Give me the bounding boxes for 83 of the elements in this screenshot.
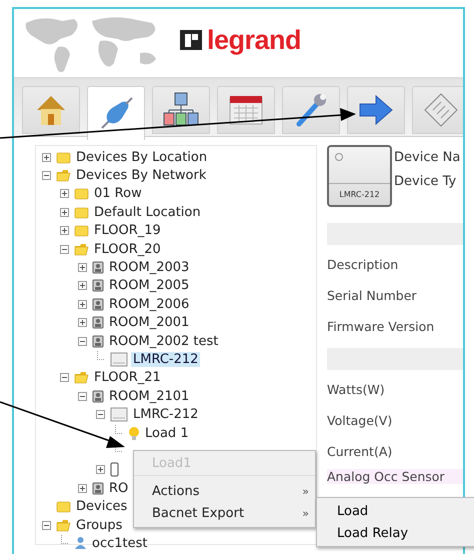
tree-item[interactable]: Devices By Network [74, 168, 208, 184]
tree-item[interactable]: RO [107, 480, 130, 496]
menu-label: Actions [152, 484, 200, 498]
folder-icon [56, 500, 71, 514]
submenu-arrow: » [302, 506, 309, 520]
property-label: Current(A) [327, 443, 394, 461]
tab[interactable] [87, 86, 145, 140]
property-label: Analog Occ Sensor [327, 469, 463, 484]
tab[interactable] [152, 86, 210, 134]
device-model-label: LMRC-212 [329, 183, 390, 199]
expand-icon[interactable] [78, 281, 87, 290]
open-folder-icon [74, 371, 89, 384]
expand-icon[interactable] [78, 263, 87, 272]
expand-icon[interactable] [96, 465, 105, 474]
person-card-icon [92, 279, 104, 292]
menu-item[interactable]: Load [317, 500, 474, 522]
menu-item[interactable]: Load Relay [317, 522, 474, 544]
tree-item[interactable]: LMRC-212 [131, 352, 200, 367]
property-label: Firmware Version [327, 318, 436, 336]
tree-item[interactable]: FLOOR_19 [92, 223, 163, 238]
collapse-icon[interactable] [42, 171, 51, 180]
tree-item[interactable]: ROOM_2001 [107, 315, 192, 330]
tree-item[interactable]: ROOM_2101 [107, 388, 192, 404]
phone-icon [110, 462, 119, 478]
person-card-icon [92, 390, 104, 403]
person-card-icon [92, 482, 104, 495]
tree-item[interactable]: Devices [74, 499, 130, 514]
panel-icon [110, 352, 128, 367]
tree-item[interactable]: Devices By Location [74, 150, 210, 165]
tree-item[interactable]: FLOOR_20 [92, 242, 163, 257]
collapse-icon[interactable] [60, 244, 69, 254]
tree-item[interactable]: occ1test [90, 536, 150, 551]
submenu-item[interactable]: Actions » [134, 480, 315, 502]
collapse-icon[interactable] [96, 410, 105, 420]
property-label: Description [327, 256, 400, 274]
property-label: Watts(W) [327, 381, 386, 399]
field-label: Device Ty [394, 174, 458, 189]
menu-label: Bacnet Export [152, 506, 244, 520]
folder-icon [74, 224, 89, 238]
tree-item[interactable]: Load 1 [143, 426, 191, 441]
collapse-icon[interactable] [78, 336, 87, 346]
tab[interactable] [282, 86, 340, 134]
person-card-icon [92, 334, 104, 348]
folder-icon [74, 206, 89, 219]
tree-item[interactable]: Groups [74, 518, 124, 532]
logo-text: legrand [207, 24, 302, 56]
tree-item[interactable]: ROOM_2005 [107, 278, 192, 294]
expand-icon[interactable] [78, 318, 87, 328]
tab[interactable] [217, 86, 275, 134]
folder-icon [56, 150, 71, 164]
open-folder-icon [56, 518, 71, 532]
submenu-arrow: » [302, 484, 309, 498]
led-icon [335, 153, 343, 161]
expand-icon[interactable] [78, 484, 87, 493]
open-folder-icon [56, 169, 71, 182]
submenu-item[interactable]: Bacnet Export » [134, 502, 315, 524]
property-label: Serial Number [327, 287, 418, 305]
expand-icon[interactable] [60, 226, 69, 236]
expand-icon[interactable] [42, 152, 51, 162]
expand-icon[interactable] [60, 189, 69, 198]
tree-item[interactable]: Default Location [92, 204, 203, 220]
tree-item[interactable]: LMRC-212 [131, 407, 200, 422]
tree-item[interactable]: ROOM_2003 [107, 260, 192, 276]
tree-item[interactable]: FLOOR_21 [92, 370, 163, 386]
tree-item[interactable]: ROOM_2002 test [107, 334, 220, 349]
expand-icon[interactable] [60, 208, 69, 217]
panel-icon [110, 407, 128, 422]
open-folder-icon [74, 242, 89, 256]
collapse-icon[interactable] [60, 373, 69, 382]
folder-icon [74, 187, 89, 200]
expand-icon[interactable] [78, 300, 87, 309]
tree-item[interactable]: 01 Row [92, 186, 144, 202]
logo-icon [179, 29, 203, 51]
bulb-icon [128, 426, 140, 441]
field-label: Device Na [394, 150, 460, 165]
person-card-icon [92, 261, 104, 274]
property-label: Voltage(V) [327, 412, 394, 430]
person-card-icon [92, 298, 104, 311]
tree-item[interactable]: ROOM_2006 [107, 296, 192, 312]
collapse-icon[interactable] [78, 392, 87, 401]
person-icon [74, 536, 87, 550]
collapse-icon[interactable] [42, 520, 51, 530]
person-card-icon [92, 316, 104, 330]
